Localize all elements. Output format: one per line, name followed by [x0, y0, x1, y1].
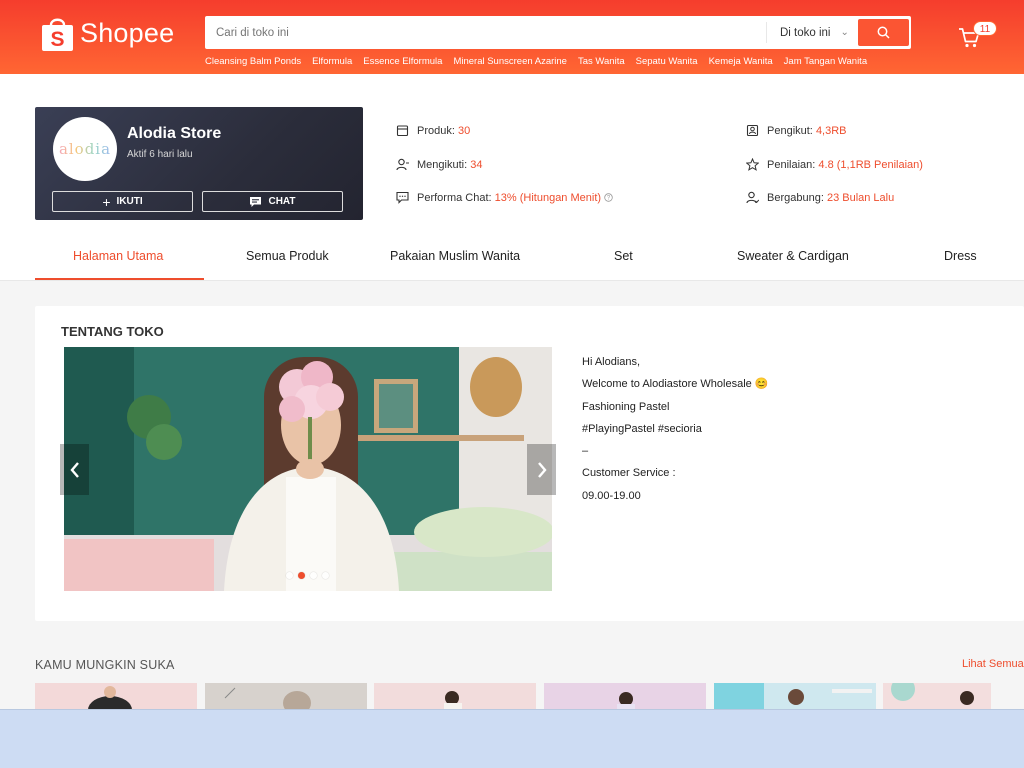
description-line: 09.00-19.00 — [582, 489, 641, 502]
shop-active-status: Aktif 6 hari lalu — [127, 149, 193, 160]
suggestion-link[interactable]: Jam Tangan Wanita — [784, 56, 867, 67]
suggestion-link[interactable]: Essence Elformula — [363, 56, 442, 67]
chat-button[interactable]: CHAT — [202, 191, 343, 212]
tab-all-products[interactable]: Semua Produk — [246, 249, 329, 263]
product-thumbnail[interactable] — [544, 683, 706, 710]
shop-avatar[interactable]: alodia — [53, 117, 117, 181]
stat-joined: Bergabung: 23 Bulan Lalu — [746, 191, 894, 204]
stat-chat-value: 13% (Hitungan Menit) — [494, 191, 602, 204]
product-thumbnail[interactable] — [714, 683, 876, 710]
search-input[interactable] — [205, 16, 765, 49]
search-suggestions: Cleansing Balm Ponds Elformula Essence E… — [205, 56, 867, 67]
shopee-bag-icon: S — [42, 18, 73, 51]
shop-banner-carousel[interactable] — [64, 347, 552, 591]
product-thumbnail[interactable] — [35, 683, 197, 710]
stat-products-label: Produk: — [417, 124, 455, 137]
avatar-logo-text: alodia — [58, 140, 112, 158]
description-line: Hi Alodians, — [582, 356, 641, 368]
product-thumbnail[interactable] — [883, 683, 991, 710]
svg-text:S: S — [50, 28, 64, 51]
carousel-dot-active[interactable] — [298, 572, 305, 579]
stat-followers-label: Pengikut: — [767, 124, 813, 137]
follow-label: IKUTI — [116, 196, 143, 207]
stat-rating-value: 4.8 (1,1RB Penilaian) — [818, 158, 923, 171]
tab-sweater-cardigan[interactable]: Sweater & Cardigan — [737, 249, 849, 263]
product-thumbnail[interactable] — [374, 683, 536, 710]
about-shop-title: TENTANG TOKO — [61, 324, 164, 339]
stat-following: Mengikuti: 34 — [396, 158, 482, 171]
chat-icon — [250, 196, 262, 207]
banner-image — [64, 347, 552, 591]
product-image — [714, 683, 876, 710]
description-line: Fashioning Pastel — [582, 400, 670, 413]
stat-following-label: Mengikuti: — [417, 158, 468, 171]
stat-chat-label: Performa Chat: — [417, 191, 492, 204]
chevron-down-icon: ⌄ — [840, 27, 849, 38]
tab-dress[interactable]: Dress — [944, 249, 977, 263]
suggestion-link[interactable]: Cleansing Balm Ponds — [205, 56, 301, 67]
cart-count-badge: 11 — [973, 21, 997, 36]
recommended-title: KAMU MUNGKIN SUKA — [35, 658, 175, 672]
chevron-right-icon — [537, 461, 547, 478]
description-line: – — [582, 445, 589, 458]
description-line: #PlayingPastel #secioria — [582, 422, 702, 435]
follow-button[interactable]: + IKUTI — [52, 191, 193, 212]
chevron-left-icon — [69, 461, 79, 478]
product-image — [883, 683, 991, 710]
tab-set[interactable]: Set — [614, 249, 633, 263]
user-check-icon — [746, 191, 759, 204]
logo-wordmark: Shopee — [80, 17, 175, 48]
carousel-dot[interactable] — [286, 572, 293, 579]
star-icon — [746, 158, 759, 171]
description-line: Welcome to Alodiastore Wholesale 😊 — [582, 378, 769, 391]
stat-products-value: 30 — [457, 124, 471, 137]
carousel-dots — [286, 572, 329, 579]
carousel-prev-button[interactable] — [60, 444, 89, 495]
followers-icon — [746, 124, 759, 137]
carousel-next-button[interactable] — [527, 444, 556, 495]
bottom-overlay-panel — [0, 709, 1024, 768]
tab-muslim-wear[interactable]: Pakaian Muslim Wanita — [390, 249, 520, 263]
suggestion-link[interactable]: Mineral Sunscreen Azarine — [453, 56, 567, 67]
user-add-icon — [396, 158, 409, 171]
stat-following-value: 34 — [470, 158, 483, 171]
suggestion-link[interactable]: Kemeja Wanita — [709, 56, 773, 67]
see-all-link[interactable]: Lihat Semua — [962, 658, 1024, 670]
stat-followers: Pengikut: 4,3RB — [746, 124, 847, 137]
shop-name: Alodia Store — [127, 125, 222, 142]
stat-products: Produk: 30 — [396, 124, 470, 137]
shop-description: Hi Alodians, Welcome to Alodiastore Whol… — [582, 351, 769, 507]
tab-home[interactable]: Halaman Utama — [73, 249, 163, 263]
stat-chat-performance: Performa Chat: 13% (Hitungan Menit) ? — [396, 191, 613, 204]
suggestion-link[interactable]: Elformula — [312, 56, 352, 67]
product-image — [205, 683, 367, 710]
stat-rating-label: Penilaian: — [767, 158, 816, 171]
chat-label: CHAT — [268, 196, 296, 207]
stat-joined-value: 23 Bulan Lalu — [826, 191, 895, 204]
product-image — [35, 683, 197, 710]
search-scope-dropdown[interactable]: Di toko ini ⌄ — [766, 22, 858, 43]
description-line: Customer Service : — [582, 467, 676, 480]
search-scope-label: Di toko ini — [780, 26, 831, 39]
search-icon — [877, 26, 890, 39]
suggestion-link[interactable]: Sepatu Wanita — [636, 56, 698, 67]
store-icon — [396, 125, 409, 137]
carousel-dot[interactable] — [322, 572, 329, 579]
shopee-logo[interactable]: S Shopee — [41, 14, 174, 52]
search-button[interactable] — [858, 19, 909, 46]
product-image — [544, 683, 706, 710]
shop-card: alodia Alodia Store Aktif 6 hari lalu + … — [35, 107, 363, 220]
chat-bubble-icon — [396, 191, 409, 204]
product-image — [374, 683, 536, 710]
plus-icon: + — [102, 193, 111, 210]
help-icon[interactable]: ? — [604, 193, 613, 202]
active-tab-indicator — [35, 278, 204, 280]
stat-rating: Penilaian: 4.8 (1,1RB Penilaian) — [746, 158, 923, 171]
search-bar: Di toko ini ⌄ — [205, 16, 911, 49]
stat-joined-label: Bergabung: — [767, 191, 824, 204]
product-thumbnail[interactable] — [205, 683, 367, 710]
stat-followers-value: 4,3RB — [815, 124, 847, 137]
suggestion-link[interactable]: Tas Wanita — [578, 56, 625, 67]
carousel-dot[interactable] — [310, 572, 317, 579]
